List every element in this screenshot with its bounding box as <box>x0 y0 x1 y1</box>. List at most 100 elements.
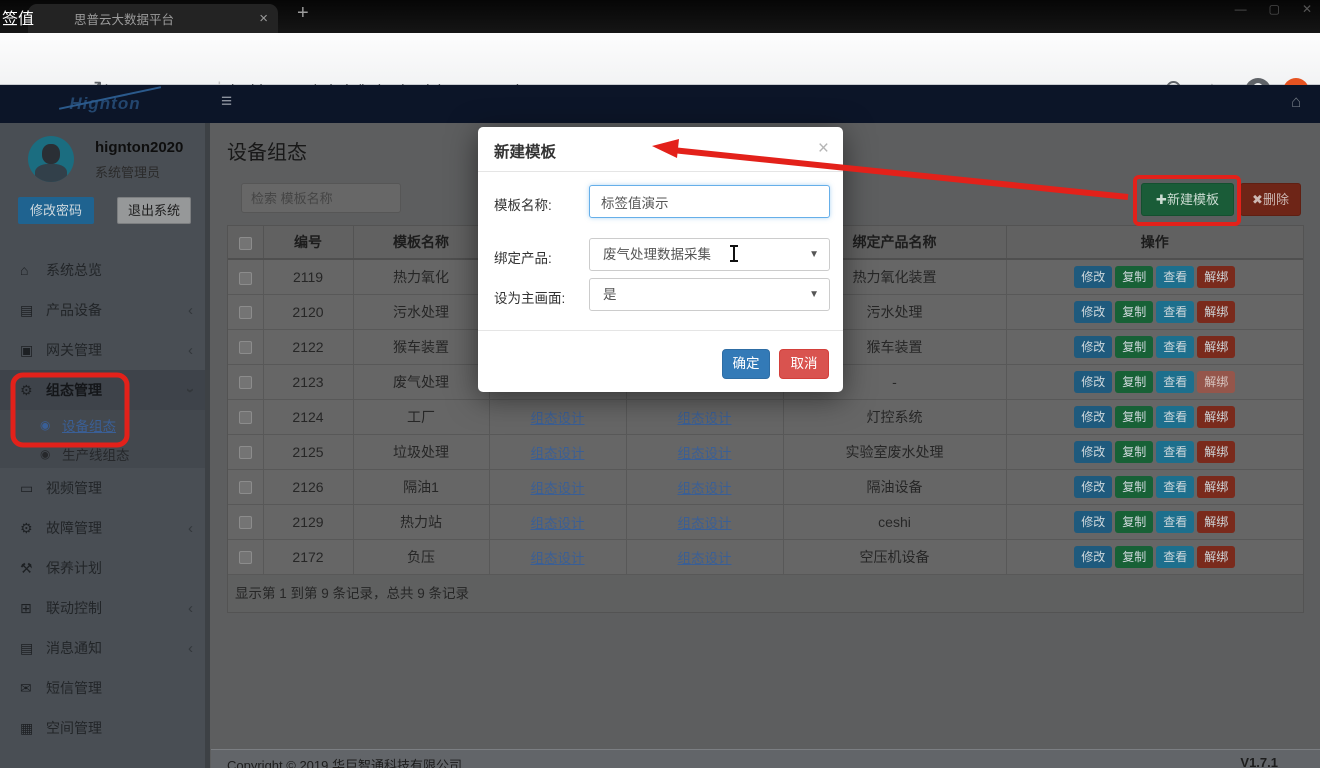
minimize-icon[interactable]: — <box>1235 2 1247 16</box>
row-checkbox[interactable] <box>239 272 252 285</box>
modify-button[interactable]: 修改 <box>1074 511 1112 533</box>
unbind-button[interactable]: 解绑 <box>1197 511 1235 533</box>
modify-button[interactable]: 修改 <box>1074 406 1112 428</box>
row-checkbox-cell <box>228 504 263 539</box>
copy-button[interactable]: 复制 <box>1115 476 1153 498</box>
close-window-icon[interactable]: ✕ <box>1302 2 1312 16</box>
copy-button[interactable]: 复制 <box>1115 511 1153 533</box>
sidebar-toggle-icon[interactable]: ≡ <box>221 91 232 113</box>
sidebar-item-device-config[interactable]: ◉设备组态 <box>0 410 205 439</box>
config-design-link[interactable]: 组态设计 <box>678 551 732 566</box>
config-design-link[interactable]: 组态设计 <box>678 446 732 461</box>
select-all-checkbox[interactable] <box>239 237 252 250</box>
search-input[interactable] <box>241 183 401 213</box>
row-id: 2124 <box>263 399 353 434</box>
config-design-link[interactable]: 组态设计 <box>678 481 732 496</box>
sidebar-item-sms-mgmt[interactable]: ✉短信管理 <box>0 668 205 708</box>
sidebar-item-gateway-mgmt[interactable]: ▣网关管理‹ <box>0 330 205 370</box>
view-button[interactable]: 查看 <box>1156 371 1194 393</box>
view-button[interactable]: 查看 <box>1156 266 1194 288</box>
row-checkbox[interactable] <box>239 306 252 319</box>
unbind-button[interactable]: 解绑 <box>1197 476 1235 498</box>
config-design-link[interactable]: 组态设计 <box>678 516 732 531</box>
unbind-button[interactable]: 解绑 <box>1197 546 1235 568</box>
template-name-label: 模板名称: <box>494 194 552 214</box>
row-template-name: 热力站 <box>353 504 489 539</box>
unbind-button[interactable]: 解绑 <box>1197 336 1235 358</box>
delete-button[interactable]: ✖删除 <box>1240 183 1301 216</box>
copy-button[interactable]: 复制 <box>1115 406 1153 428</box>
sidebar-item-fault-mgmt[interactable]: ⚙故障管理‹ <box>0 508 205 548</box>
sidebar-item-product-device[interactable]: ▤产品设备‹ <box>0 290 205 330</box>
sidebar-item-config-mgmt[interactable]: ⚙组态管理› <box>0 370 205 410</box>
row-checkbox[interactable] <box>239 481 252 494</box>
copy-button[interactable]: 复制 <box>1115 546 1153 568</box>
row-actions: 修改复制查看解绑 <box>1006 259 1303 294</box>
sidebar-item-space-mgmt[interactable]: ▦空间管理 <box>0 708 205 748</box>
unbind-button[interactable]: 解绑 <box>1197 406 1235 428</box>
browser-tab[interactable]: 思普云大数据平台 × <box>28 4 278 33</box>
view-button[interactable]: 查看 <box>1156 511 1194 533</box>
copy-button[interactable]: 复制 <box>1115 336 1153 358</box>
sidebar-menu: ⌂系统总览▤产品设备‹▣网关管理‹⚙组态管理›◉设备组态◉生产线组态▭视频管理⚙… <box>0 250 205 748</box>
modify-button[interactable]: 修改 <box>1074 476 1112 498</box>
sidebar-item-linkage-control[interactable]: ⊞联动控制‹ <box>0 588 205 628</box>
copy-button[interactable]: 复制 <box>1115 301 1153 323</box>
view-button[interactable]: 查看 <box>1156 301 1194 323</box>
view-button[interactable]: 查看 <box>1156 441 1194 463</box>
view-button[interactable]: 查看 <box>1156 406 1194 428</box>
row-checkbox[interactable] <box>239 446 252 459</box>
template-name-input[interactable] <box>589 185 830 218</box>
view-button[interactable]: 查看 <box>1156 546 1194 568</box>
sidebar-item-video-mgmt[interactable]: ▭视频管理 <box>0 468 205 508</box>
config-design-link[interactable]: 组态设计 <box>678 411 732 426</box>
row-checkbox[interactable] <box>239 411 252 424</box>
home-icon[interactable]: ⌂ <box>1291 92 1301 112</box>
config-design-link[interactable]: 组态设计 <box>531 516 585 531</box>
row-checkbox[interactable] <box>239 516 252 529</box>
gears-icon: ⚙ <box>20 520 46 537</box>
maximize-icon[interactable]: ▢ <box>1269 2 1280 16</box>
main-screen-select[interactable]: 是 ▼ <box>589 278 830 311</box>
config-design-link[interactable]: 组态设计 <box>531 446 585 461</box>
logout-button[interactable]: 退出系统 <box>117 197 191 224</box>
config-design-link[interactable]: 组态设计 <box>531 411 585 426</box>
sidebar-item-label: 产品设备 <box>46 300 188 320</box>
config-design-link[interactable]: 组态设计 <box>531 481 585 496</box>
modify-button[interactable]: 修改 <box>1074 441 1112 463</box>
view-button[interactable]: 查看 <box>1156 476 1194 498</box>
sidebar-item-line-config[interactable]: ◉生产线组态 <box>0 439 205 468</box>
copy-button[interactable]: 复制 <box>1115 441 1153 463</box>
unbind-button[interactable]: 解绑 <box>1197 441 1235 463</box>
sidebar-item-maintenance-plan[interactable]: ⚒保养计划 <box>0 548 205 588</box>
unbind-button[interactable]: 解绑 <box>1197 266 1235 288</box>
sidebar-item-system-overview[interactable]: ⌂系统总览 <box>0 250 205 290</box>
modify-button[interactable]: 修改 <box>1074 266 1112 288</box>
modify-button[interactable]: 修改 <box>1074 371 1112 393</box>
copy-button[interactable]: 复制 <box>1115 371 1153 393</box>
unbind-button[interactable]: 解绑 <box>1197 301 1235 323</box>
view-button[interactable]: 查看 <box>1156 336 1194 358</box>
unbind-button[interactable]: 解绑 <box>1197 371 1235 393</box>
modify-button[interactable]: 修改 <box>1074 546 1112 568</box>
modify-button[interactable]: 修改 <box>1074 301 1112 323</box>
column-header: 操作 <box>1006 226 1303 259</box>
row-checkbox[interactable] <box>239 341 252 354</box>
row-checkbox[interactable] <box>239 551 252 564</box>
row-design-cell: 组态设计 <box>489 469 626 504</box>
confirm-button[interactable]: 确定 <box>722 349 770 379</box>
cancel-button[interactable]: 取消 <box>779 349 829 379</box>
row-checkbox[interactable] <box>239 376 252 389</box>
tab-close-icon[interactable]: × <box>259 10 268 27</box>
modify-button[interactable]: 修改 <box>1074 336 1112 358</box>
change-password-button[interactable]: 修改密码 <box>18 197 94 224</box>
add-template-button[interactable]: ✚新建模板 <box>1141 183 1234 216</box>
sidebar-item-message-notify[interactable]: ▤消息通知‹ <box>0 628 205 668</box>
modal-close-icon[interactable]: × <box>818 138 829 160</box>
copy-button[interactable]: 复制 <box>1115 266 1153 288</box>
row-template-name: 污水处理 <box>353 294 489 329</box>
bind-product-select[interactable]: 废气处理数据采集 ▼ <box>589 238 830 271</box>
row-id: 2129 <box>263 504 353 539</box>
new-tab-button[interactable]: + <box>297 2 309 25</box>
config-design-link[interactable]: 组态设计 <box>531 551 585 566</box>
